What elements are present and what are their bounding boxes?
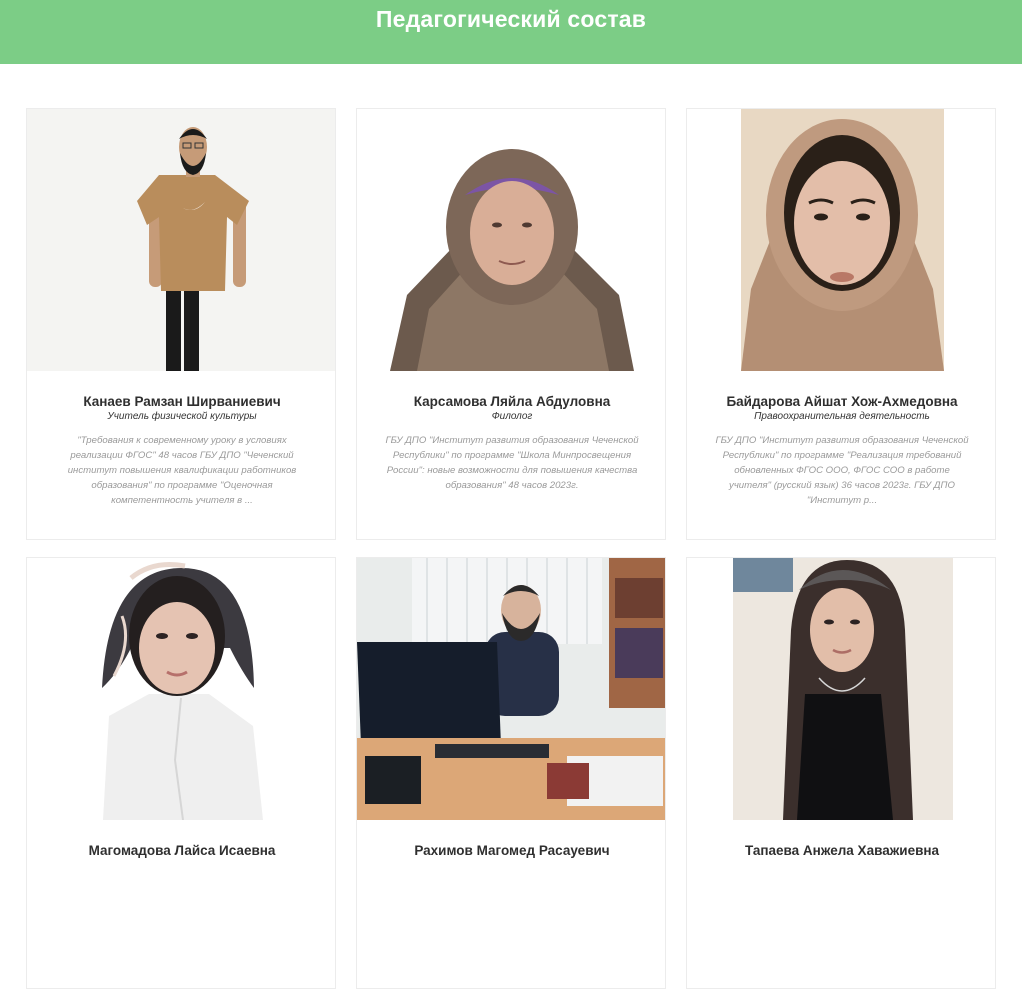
teacher-name[interactable]: Канаев Рамзан Ширваниевич [27,394,335,409]
teacher-name[interactable]: Тапаева Анжела Хаважиевна [687,843,995,858]
teacher-card[interactable]: Рахимов Магомед Расауевич [356,557,666,989]
teacher-role: Филолог [491,411,533,422]
teacher-description: "Требования к современному уроку в услов… [67,435,297,506]
teacher-name[interactable]: Байдарова Айшат Хож-Ахмедовна [687,394,995,409]
teacher-card[interactable]: Байдарова Айшат Хож-Ахмедовна Правоохран… [686,108,996,540]
teacher-role: Учитель физической культуры [107,411,257,422]
teacher-photo[interactable] [357,109,665,371]
teacher-description: ГБУ ДПО "Институт развития образования Ч… [385,435,639,491]
teacher-photo[interactable] [27,558,335,820]
teacher-photo[interactable] [687,109,995,371]
page-title: Педагогический состав [375,6,647,32]
teacher-card[interactable]: Магомадова Лайса Исаевна [26,557,336,989]
teacher-role: Правоохранительная деятельность [754,411,930,422]
teacher-description: ГБУ ДПО "Институт развития образования Ч… [715,435,969,506]
teacher-name[interactable]: Рахимов Магомед Расауевич [357,843,665,858]
teacher-card[interactable]: Карсамова Ляйла Абдуловна Филолог ГБУ ДП… [356,108,666,540]
teacher-photo[interactable] [687,558,995,820]
teacher-card[interactable]: Канаев Рамзан Ширваниевич Учитель физиче… [26,108,336,540]
teacher-photo[interactable] [27,109,335,371]
page-header: Педагогический состав [0,0,1022,64]
teacher-card[interactable]: Тапаева Анжела Хаважиевна [686,557,996,989]
teacher-name[interactable]: Карсамова Ляйла Абдуловна [357,394,665,409]
teacher-photo[interactable] [357,558,665,820]
teacher-name[interactable]: Магомадова Лайса Исаевна [27,843,335,858]
